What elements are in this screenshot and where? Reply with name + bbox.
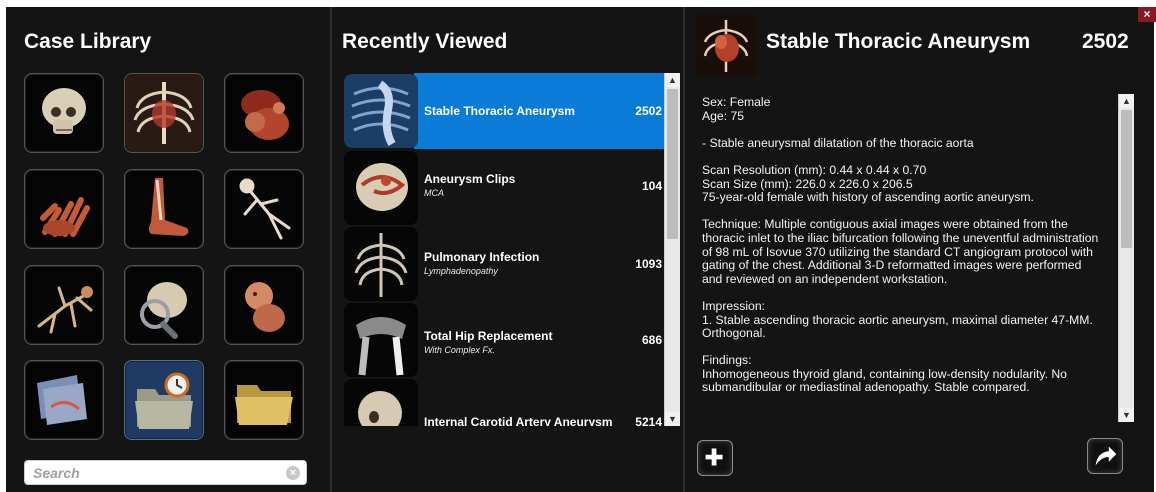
thoracic-aorta-icon — [344, 74, 418, 148]
tile-scan-images[interactable] — [24, 360, 104, 440]
tile-skull-search[interactable] — [124, 265, 204, 345]
skull-vessels-icon — [344, 151, 418, 225]
list-item[interactable]: Aneurysm Clips MCA 104 — [338, 150, 670, 226]
detail-case-number: 2502 — [1082, 30, 1129, 53]
tile-abdomen[interactable] — [224, 73, 304, 153]
recent-folder-icon — [135, 372, 193, 429]
scroll-down-icon[interactable]: ▼ — [1119, 408, 1134, 422]
fetus-icon — [245, 282, 285, 332]
foot-icon — [149, 178, 189, 236]
search-input[interactable] — [33, 465, 273, 481]
list-scrollbar[interactable]: ▲ ▼ — [664, 73, 680, 426]
detail-paragraph: Findings: Inhomogeneous thyroid gland, c… — [702, 353, 1067, 395]
skull-magnifier-icon — [140, 282, 187, 339]
skull-icon — [344, 379, 418, 426]
abdomen-icon — [241, 90, 289, 140]
detail-paragraph: - Stable aneurysmal dilatation of the th… — [702, 135, 974, 150]
scroll-up-icon[interactable]: ▲ — [1119, 94, 1134, 108]
case-library-title: Case Library — [24, 30, 152, 53]
detail-paragraph: Scan Resolution (mm): 0.44 x 0.44 x 0.70… — [702, 162, 1034, 205]
list-item-subtitle: MCA — [424, 188, 444, 198]
share-button[interactable] — [1087, 438, 1123, 474]
tile-fetal-skeleton[interactable] — [24, 265, 104, 345]
ribcage-icon — [125, 74, 203, 152]
scroll-up-icon[interactable]: ▲ — [665, 73, 680, 87]
plus-icon — [705, 448, 723, 466]
thoracic-aorta-icon — [695, 14, 757, 76]
list-item-number: 1093 — [635, 257, 662, 271]
panel-divider — [683, 7, 685, 492]
search-box[interactable]: × — [24, 460, 307, 485]
tile-recent-folder[interactable] — [124, 360, 204, 440]
scrollbar-thumb[interactable] — [667, 89, 678, 239]
list-item-number: 2502 — [635, 104, 662, 118]
clear-search-icon[interactable]: × — [286, 466, 300, 480]
list-item-title: Stable Thoracic Aneurysm — [424, 104, 575, 118]
recently-viewed-list: Stable Thoracic Aneurysm 2502 Aneurysm C… — [338, 73, 670, 426]
close-button[interactable]: × — [1138, 7, 1156, 22]
list-item-subtitle: Lymphadenopathy — [424, 266, 498, 276]
tile-skull[interactable] — [24, 73, 104, 153]
detail-description: Sex: Female Age: 75 - Stable aneurysmal … — [702, 96, 1122, 426]
detail-paragraph: Sex: Female Age: 75 — [702, 96, 771, 123]
skull-icon — [42, 88, 86, 134]
app-window: × Case Library Search × Recently Viewed … — [6, 7, 1156, 492]
list-item-title: Aneurysm Clips — [424, 172, 516, 186]
panel-divider — [330, 7, 332, 492]
list-item[interactable]: Internal Carotid Artery Aneurysm 5214 — [338, 378, 670, 426]
tile-fetus[interactable] — [224, 265, 304, 345]
skeleton-icon — [239, 178, 291, 240]
list-item-number: 5214 — [635, 415, 662, 426]
tile-hand[interactable] — [24, 169, 104, 249]
tile-skeleton[interactable] — [224, 169, 304, 249]
tile-folder[interactable] — [224, 360, 304, 440]
tile-foot[interactable] — [124, 169, 204, 249]
add-button[interactable] — [697, 440, 733, 476]
list-item-title: Total Hip Replacement — [424, 329, 553, 343]
hand-icon — [40, 197, 90, 237]
list-item-title: Pulmonary Infection — [424, 250, 540, 264]
folder-icon — [235, 385, 293, 425]
share-arrow-icon — [1095, 446, 1117, 466]
scroll-down-icon[interactable]: ▼ — [665, 412, 680, 426]
list-item-number: 686 — [641, 333, 662, 347]
list-item-number: 104 — [641, 179, 662, 193]
scrollbar-thumb[interactable] — [1121, 110, 1132, 248]
detail-title: Stable Thoracic Aneurysm — [766, 30, 1031, 53]
scan-images-icon — [37, 375, 87, 425]
detail-scrollbar[interactable]: ▲ ▼ — [1118, 94, 1134, 422]
chest-icon — [344, 227, 418, 301]
list-item-subtitle: With Complex Fx. — [424, 345, 495, 355]
list-item-title: Internal Carotid Artery Aneurysm — [424, 415, 613, 426]
fetal-skeleton-icon — [37, 286, 93, 334]
detail-paragraph: Impression: 1. Stable ascending thoracic… — [702, 298, 1093, 341]
list-item[interactable]: Total Hip Replacement With Complex Fx. 6… — [338, 302, 670, 378]
tile-ribcage[interactable] — [124, 73, 204, 153]
recently-viewed-title: Recently Viewed — [342, 30, 508, 53]
list-item[interactable]: Pulmonary Infection Lymphadenopathy 1093 — [338, 226, 670, 302]
list-item[interactable]: Stable Thoracic Aneurysm 2502 — [338, 73, 670, 149]
detail-paragraph: Technique: Multiple contiguous axial ima… — [702, 217, 1099, 286]
hip-icon — [344, 303, 418, 377]
